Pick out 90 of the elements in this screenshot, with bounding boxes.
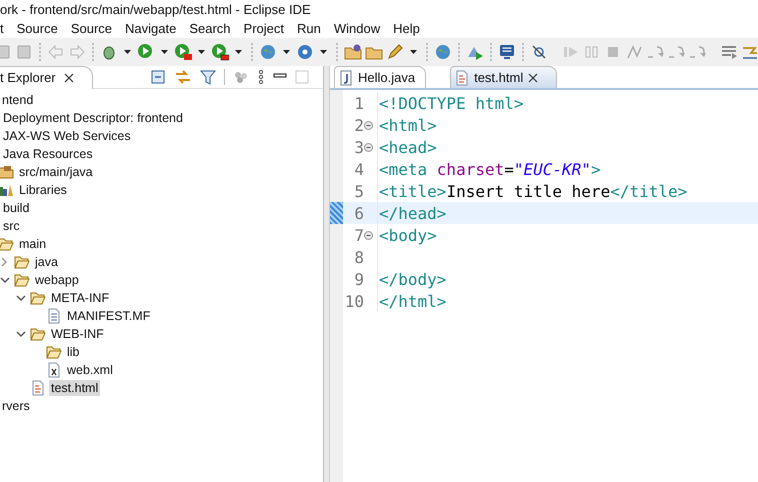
- menu-item[interactable]: t: [0, 20, 4, 36]
- close-icon[interactable]: [528, 72, 538, 82]
- menu-item[interactable]: Run: [297, 20, 321, 36]
- code-line: </head>: [379, 204, 446, 222]
- line-number: 1: [353, 94, 364, 112]
- folder-icon[interactable]: [344, 43, 362, 61]
- code-line: <body>: [379, 226, 437, 244]
- tree-item[interactable]: build: [1, 200, 32, 216]
- tree-item[interactable]: rvers: [0, 398, 32, 414]
- tree-item[interactable]: webapp: [33, 272, 81, 288]
- close-icon[interactable]: [64, 72, 74, 82]
- link-arrows-icon[interactable]: [174, 69, 192, 85]
- code-line: <meta charset="EUC-KR">: [379, 160, 601, 178]
- line-number: 2: [353, 116, 364, 134]
- tree-item[interactable]: WEB-INF: [49, 326, 106, 342]
- code-line: </html>: [379, 292, 446, 310]
- filter-icon[interactable]: [200, 69, 216, 85]
- menu-item[interactable]: Window: [334, 20, 380, 36]
- x-document-icon: [46, 362, 62, 378]
- line-number: 3: [353, 138, 364, 156]
- dropdown-caret-icon[interactable]: [235, 50, 242, 54]
- code-line: <html>: [379, 116, 437, 134]
- tree-item[interactable]: Java Resources: [1, 146, 95, 162]
- html-file-icon: [455, 70, 470, 86]
- line-number: 4: [353, 160, 364, 178]
- books-icon: [0, 183, 14, 197]
- fold-icon[interactable]: [364, 120, 373, 130]
- tree-item[interactable]: JAX-WS Web Services: [1, 128, 133, 144]
- code-line: <title>Insert title here</title>: [379, 182, 688, 200]
- view-menu-icon[interactable]: [257, 69, 265, 85]
- window-title: ork - frontend/src/main/webapp/test.html - Eclipse IDE: [0, 2, 311, 16]
- line-number: 9: [353, 270, 364, 288]
- tree-item[interactable]: src/main/java: [17, 164, 95, 180]
- menu-item[interactable]: Help: [393, 20, 420, 36]
- menu-item[interactable]: Project: [244, 20, 284, 36]
- java-file-icon: [339, 70, 353, 86]
- run-icon[interactable]: [174, 43, 192, 61]
- folder-icon: [30, 327, 46, 341]
- code-line: </body>: [379, 270, 446, 288]
- tree-item[interactable]: web.xml: [65, 362, 115, 378]
- tree-item[interactable]: main: [17, 236, 48, 252]
- dropdown-caret-icon[interactable]: [198, 50, 205, 54]
- line-number: 10: [344, 292, 364, 310]
- dropdown-caret-icon[interactable]: [161, 50, 168, 54]
- line-number: 8: [353, 248, 364, 266]
- globe-icon[interactable]: [259, 43, 277, 61]
- tree-item[interactable]: java: [33, 254, 60, 270]
- dots-icon[interactable]: [233, 69, 249, 85]
- menu-item[interactable]: Source: [70, 20, 112, 36]
- globe-icon[interactable]: [434, 43, 452, 61]
- tree-item[interactable]: MANIFEST.MF: [65, 308, 152, 324]
- tree-item[interactable]: ntend: [0, 92, 36, 108]
- folder-icon: [14, 273, 30, 287]
- change-marker: [330, 202, 343, 224]
- gear-icon[interactable]: [296, 43, 314, 61]
- menu-item[interactable]: Search: [189, 20, 231, 36]
- folder-icon: [30, 291, 46, 305]
- fold-icon[interactable]: [364, 230, 373, 240]
- package-folder-icon: [0, 165, 14, 179]
- code-line: <!DOCTYPE html>: [379, 94, 524, 112]
- dropdown-caret-icon[interactable]: [410, 50, 417, 54]
- menu-item[interactable]: Navigate: [125, 20, 176, 36]
- document-icon: [46, 308, 62, 324]
- dropdown-caret-icon[interactable]: [124, 50, 131, 54]
- monitor-icon[interactable]: [498, 43, 516, 61]
- editor-tab[interactable]: test.html: [450, 66, 558, 88]
- menu-item[interactable]: Source: [16, 20, 58, 36]
- tree-item[interactable]: test.html: [49, 380, 100, 396]
- tree-item[interactable]: Libraries: [17, 182, 69, 198]
- pen-icon[interactable]: [386, 43, 404, 61]
- fold-icon[interactable]: [364, 142, 373, 152]
- tree-item[interactable]: lib: [65, 344, 82, 360]
- editor-tab[interactable]: Hello.java: [334, 66, 426, 88]
- run-icon[interactable]: [211, 43, 229, 61]
- dropdown-caret-icon[interactable]: [320, 50, 327, 54]
- skip-icon[interactable]: [530, 43, 548, 61]
- dropdown-caret-icon[interactable]: [283, 50, 290, 54]
- collapse-all-icon[interactable]: [150, 69, 166, 85]
- folder-icon: [14, 255, 30, 269]
- tree-item[interactable]: META-INF: [49, 290, 112, 306]
- folder-icon: [0, 237, 14, 251]
- code-line: <head>: [379, 138, 437, 156]
- tree-item[interactable]: Deployment Descriptor: frontend: [1, 110, 185, 126]
- tree-item[interactable]: src: [1, 218, 22, 234]
- line-number: 6: [353, 204, 364, 222]
- line-number: 5: [353, 182, 364, 200]
- view-tab[interactable]: t Explorer: [0, 66, 93, 88]
- document-icon: [30, 380, 46, 396]
- folder-icon: [46, 345, 62, 359]
- line-number: 7: [353, 226, 364, 244]
